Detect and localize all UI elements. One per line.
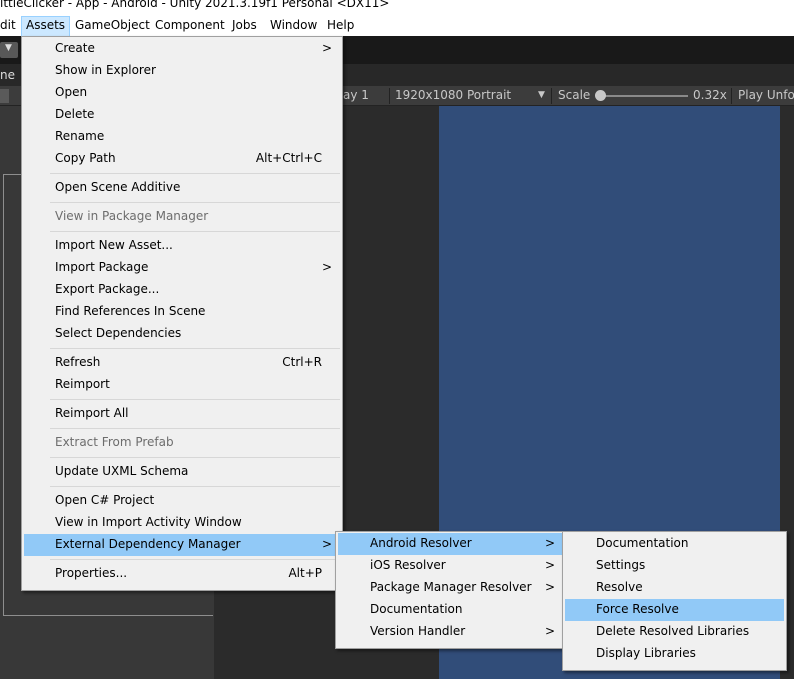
menu-item-select-dependencies[interactable]: Select Dependencies xyxy=(24,323,340,345)
menu-item-show-in-explorer[interactable]: Show in Explorer xyxy=(24,60,340,82)
scene-tool-button[interactable] xyxy=(0,89,9,103)
menu-item-create[interactable]: Create > xyxy=(24,38,340,60)
menu-item-delete[interactable]: Delete xyxy=(24,104,340,126)
window-title: ittleClicker - App - Android - Unity 202… xyxy=(0,0,390,10)
shortcut-label: Ctrl+R xyxy=(282,355,322,369)
submenu-arrow-icon: > xyxy=(544,536,555,550)
divider xyxy=(551,88,552,104)
menu-item-ios-resolver[interactable]: iOS Resolver > xyxy=(338,555,563,577)
menu-item-open-csharp-project[interactable]: Open C# Project xyxy=(24,490,340,512)
menu-item-resolve[interactable]: Resolve xyxy=(565,577,784,599)
menu-separator xyxy=(50,399,340,400)
menu-item-export-package[interactable]: Export Package... xyxy=(24,279,340,301)
menu-item-import-new-asset[interactable]: Import New Asset... xyxy=(24,235,340,257)
menu-bar: dit Assets GameObject Component Jobs Win… xyxy=(0,14,794,37)
scale-slider-track[interactable] xyxy=(598,95,688,97)
menu-separator xyxy=(50,428,340,429)
divider xyxy=(731,88,732,104)
menu-item-external-dependency-manager[interactable]: External Dependency Manager > xyxy=(24,534,340,556)
android-resolver-submenu: Documentation Settings Resolve Force Res… xyxy=(562,531,787,671)
dropdown-arrow-icon: ▼ xyxy=(5,43,12,53)
menu-separator xyxy=(50,559,340,560)
submenu-arrow-icon: > xyxy=(544,558,555,572)
assets-menu: Create > Show in Explorer Open Delete Ren… xyxy=(21,36,343,591)
menu-window[interactable]: Window xyxy=(266,16,321,35)
menu-edit[interactable]: dit xyxy=(0,16,20,35)
menu-item-settings[interactable]: Settings xyxy=(565,555,784,577)
menu-item-force-resolve[interactable]: Force Resolve xyxy=(565,599,784,621)
menu-jobs[interactable]: Jobs xyxy=(228,16,261,35)
menu-separator xyxy=(50,348,340,349)
play-mode-dropdown[interactable]: Play Unfo xyxy=(738,88,794,102)
menu-item-delete-resolved-libraries[interactable]: Delete Resolved Libraries xyxy=(565,621,784,643)
menu-separator xyxy=(50,457,340,458)
resolution-chevron-icon: ▼ xyxy=(538,90,545,100)
menu-item-documentation[interactable]: Documentation xyxy=(338,599,563,621)
submenu-arrow-icon: > xyxy=(544,624,555,638)
shortcut-label: Alt+P xyxy=(288,566,322,580)
scene-tab-label[interactable]: ne xyxy=(0,68,15,82)
submenu-arrow-icon: > xyxy=(321,260,332,274)
menu-help[interactable]: Help xyxy=(323,16,358,35)
scale-slider-handle[interactable] xyxy=(595,90,606,101)
menu-item-refresh[interactable]: Refresh Ctrl+R xyxy=(24,352,340,374)
menu-separator xyxy=(50,486,340,487)
menu-assets[interactable]: Assets xyxy=(21,16,71,37)
menu-item-display-libraries[interactable]: Display Libraries xyxy=(565,643,784,665)
menu-item-extract-from-prefab: Extract From Prefab xyxy=(55,435,174,449)
menu-separator xyxy=(50,202,340,203)
scale-label: Scale xyxy=(558,88,591,102)
display-dropdown[interactable]: ay 1 xyxy=(343,88,369,102)
toolbar-dropdown[interactable]: ▼ xyxy=(0,42,18,58)
menu-item-rename[interactable]: Rename xyxy=(24,126,340,148)
divider xyxy=(389,88,390,104)
edm-submenu: Android Resolver > iOS Resolver > Package … xyxy=(335,531,566,649)
menu-item-update-uxml-schema[interactable]: Update UXML Schema xyxy=(24,461,340,483)
menu-item-open-scene-additive[interactable]: Open Scene Additive xyxy=(24,177,340,199)
menu-component[interactable]: Component xyxy=(151,16,229,35)
menu-separator xyxy=(50,231,340,232)
menu-item-reimport-all[interactable]: Reimport All xyxy=(24,403,340,425)
menu-item-open[interactable]: Open xyxy=(24,82,340,104)
menu-item-android-documentation[interactable]: Documentation xyxy=(565,533,784,555)
scale-value: 0.32x xyxy=(693,88,727,102)
menu-item-find-references[interactable]: Find References In Scene xyxy=(24,301,340,323)
menu-gameobject[interactable]: GameObject xyxy=(71,16,154,35)
menu-item-android-resolver[interactable]: Android Resolver > xyxy=(338,533,563,555)
menu-item-copy-path[interactable]: Copy Path Alt+Ctrl+C xyxy=(24,148,340,170)
menu-separator xyxy=(50,173,340,174)
menu-item-view-in-package-manager: View in Package Manager xyxy=(55,209,209,223)
menu-item-properties[interactable]: Properties... Alt+P xyxy=(24,563,340,585)
shortcut-label: Alt+Ctrl+C xyxy=(255,151,322,165)
window-title-bar: ittleClicker - App - Android - Unity 202… xyxy=(0,0,794,14)
menu-item-import-package[interactable]: Import Package > xyxy=(24,257,340,279)
submenu-arrow-icon: > xyxy=(321,537,332,551)
submenu-arrow-icon: > xyxy=(321,41,332,55)
menu-item-view-import-activity[interactable]: View in Import Activity Window xyxy=(24,512,340,534)
submenu-arrow-icon: > xyxy=(544,580,555,594)
menu-item-package-manager-resolver[interactable]: Package Manager Resolver > xyxy=(338,577,563,599)
menu-item-version-handler[interactable]: Version Handler > xyxy=(338,621,563,643)
menu-item-reimport[interactable]: Reimport xyxy=(24,374,340,396)
resolution-dropdown[interactable]: 1920x1080 Portrait xyxy=(395,88,511,102)
